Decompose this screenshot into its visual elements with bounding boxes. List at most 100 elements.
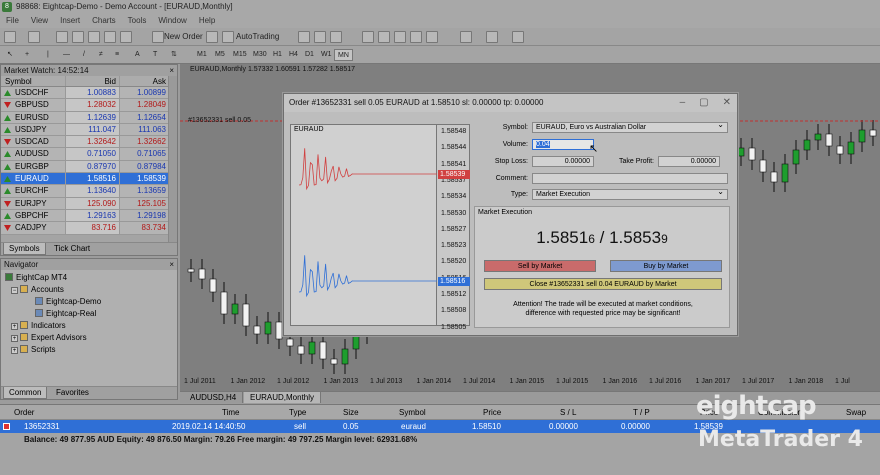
tf-m5[interactable]: M5 — [212, 49, 228, 61]
channel-icon[interactable]: ≠ — [96, 49, 106, 61]
col-commission[interactable]: Commission — [758, 405, 802, 420]
trendline-icon[interactable]: / — [80, 49, 88, 61]
table-row[interactable]: EURCHF 1.13640 1.13659 — [1, 185, 177, 198]
table-row[interactable]: 13652331 2019.02.14 14:40:50 sell 0.05 e… — [0, 420, 880, 433]
minimize-icon[interactable]: – — [680, 97, 686, 108]
col-order[interactable]: Order — [14, 405, 34, 420]
label-icon[interactable]: T — [150, 49, 160, 61]
table-row[interactable]: AUDUSD 0.71050 0.71065 — [1, 148, 177, 161]
arrows-icon[interactable]: ⇅ — [168, 49, 180, 61]
menu-charts[interactable]: Charts — [86, 16, 122, 25]
col-ask[interactable]: Ask — [119, 76, 169, 86]
takeprofit-input[interactable]: 0.00000 — [658, 156, 720, 167]
menu-help[interactable]: Help — [193, 16, 221, 25]
col-swap[interactable]: Swap — [846, 405, 866, 420]
new-order-button[interactable]: New Order — [164, 31, 203, 43]
volume-input[interactable]: 0.04 — [532, 139, 594, 150]
expand-icon[interactable]: + — [11, 335, 18, 342]
col-sl[interactable]: S / L — [560, 405, 576, 420]
sell-button[interactable]: Sell by Market — [484, 260, 596, 272]
menu-tools[interactable]: Tools — [122, 16, 153, 25]
table-row[interactable]: GBPCHF 1.29163 1.29198 — [1, 209, 177, 223]
table-row[interactable]: CADJPY 83.716 83.734 — [1, 222, 177, 235]
table-row[interactable]: EURJPY 125.090 125.105 — [1, 197, 177, 210]
indicators-icon[interactable] — [460, 31, 472, 43]
type-select[interactable]: Market Execution — [532, 187, 728, 200]
crosshair-icon[interactable]: + — [22, 49, 32, 61]
zoom-out-icon[interactable] — [378, 31, 390, 43]
line-chart-icon[interactable] — [330, 31, 342, 43]
col-type[interactable]: Type — [289, 405, 306, 420]
tree-scripts[interactable]: + Scripts — [11, 344, 55, 355]
chart-tab-audusd[interactable]: AUDUSD,H4 — [184, 392, 244, 403]
text-icon[interactable]: A — [132, 49, 143, 61]
autoscroll-icon[interactable] — [410, 31, 422, 43]
symbol-select[interactable]: EURAUD, Euro vs Australian Dollar — [532, 120, 728, 133]
close-order-button[interactable]: Close #13652331 sell 0.04 EURAUD by Mark… — [484, 278, 722, 290]
col-time[interactable]: Time — [222, 405, 239, 420]
market-watch-icon[interactable] — [56, 31, 68, 43]
tree-experts[interactable]: + Expert Advisors — [11, 332, 87, 343]
tab-favorites[interactable]: Favorites — [51, 387, 94, 399]
data-window-icon[interactable] — [72, 31, 84, 43]
tab-symbols[interactable]: Symbols — [3, 243, 46, 255]
table-row[interactable]: EURGBP 0.87970 0.87984 — [1, 160, 177, 174]
tree-account-real[interactable]: Eightcap-Real — [35, 308, 96, 319]
tile-windows-icon[interactable] — [394, 31, 406, 43]
menu-file[interactable]: File — [0, 16, 25, 25]
market-watch-scrollbar[interactable] — [168, 76, 177, 242]
col-symbol[interactable]: Symbol — [399, 405, 426, 420]
metaeditor-icon[interactable] — [206, 31, 218, 43]
col-cur-price[interactable]: Price — [700, 405, 718, 420]
tree-root[interactable]: EightCap MT4 — [5, 272, 67, 283]
col-price[interactable]: Price — [483, 405, 501, 420]
col-size[interactable]: Size — [343, 405, 359, 420]
candlestick-icon[interactable] — [314, 31, 326, 43]
tab-tick-chart[interactable]: Tick Chart — [49, 243, 95, 255]
stoploss-input[interactable]: 0.00000 — [532, 156, 594, 167]
collapse-icon[interactable]: − — [11, 287, 18, 294]
navigator-icon[interactable] — [88, 31, 100, 43]
tf-m30[interactable]: M30 — [250, 49, 270, 61]
menu-view[interactable]: View — [25, 16, 54, 25]
col-bid[interactable]: Bid — [65, 76, 119, 86]
menu-insert[interactable]: Insert — [54, 16, 86, 25]
close-icon[interactable]: ✕ — [723, 97, 731, 108]
bar-chart-icon[interactable] — [298, 31, 310, 43]
close-icon[interactable]: × — [169, 65, 174, 76]
table-row[interactable]: EURUSD 1.12639 1.12654 — [1, 111, 177, 124]
col-symbol[interactable]: Symbol — [1, 76, 65, 86]
tester-icon[interactable] — [120, 31, 132, 43]
tab-common[interactable]: Common — [3, 387, 48, 399]
cursor-icon[interactable]: ↖ — [4, 49, 16, 61]
templates-icon[interactable] — [512, 31, 524, 43]
tf-d1[interactable]: D1 — [302, 49, 317, 61]
table-row[interactable]: USDCHF 1.00883 1.00899 — [1, 87, 177, 100]
tf-h4[interactable]: H4 — [286, 49, 301, 61]
expand-icon[interactable]: + — [11, 347, 18, 354]
menu-window[interactable]: Window — [152, 16, 192, 25]
zoom-in-icon[interactable] — [362, 31, 374, 43]
periods-icon[interactable] — [486, 31, 498, 43]
tree-indicators[interactable]: + Indicators — [11, 320, 66, 331]
tf-m15[interactable]: M15 — [230, 49, 250, 61]
tf-h1[interactable]: H1 — [270, 49, 285, 61]
new-order-icon[interactable] — [152, 31, 164, 43]
maximize-icon[interactable]: ▢ — [699, 97, 708, 108]
table-row[interactable]: GBPUSD 1.28032 1.28049 — [1, 99, 177, 112]
comment-input[interactable] — [532, 173, 728, 184]
vertical-line-icon[interactable]: | — [44, 49, 52, 61]
tf-w1[interactable]: W1 — [318, 49, 335, 61]
tree-account-demo[interactable]: Eightcap-Demo — [35, 296, 101, 307]
close-icon[interactable]: × — [169, 259, 174, 270]
tf-m1[interactable]: M1 — [194, 49, 210, 61]
expand-icon[interactable]: + — [11, 323, 18, 330]
fibonacci-icon[interactable]: ≡ — [112, 49, 122, 61]
buy-button[interactable]: Buy by Market — [610, 260, 722, 272]
autotrading-icon[interactable] — [222, 31, 234, 43]
tf-mn[interactable]: MN — [334, 49, 353, 61]
chart-tab-euraud[interactable]: EURAUD,Monthly — [244, 392, 322, 403]
table-row[interactable]: USDCAD 1.32642 1.32662 — [1, 136, 177, 149]
autotrading-button[interactable]: AutoTrading — [236, 31, 279, 43]
new-chart-icon[interactable] — [4, 31, 16, 43]
